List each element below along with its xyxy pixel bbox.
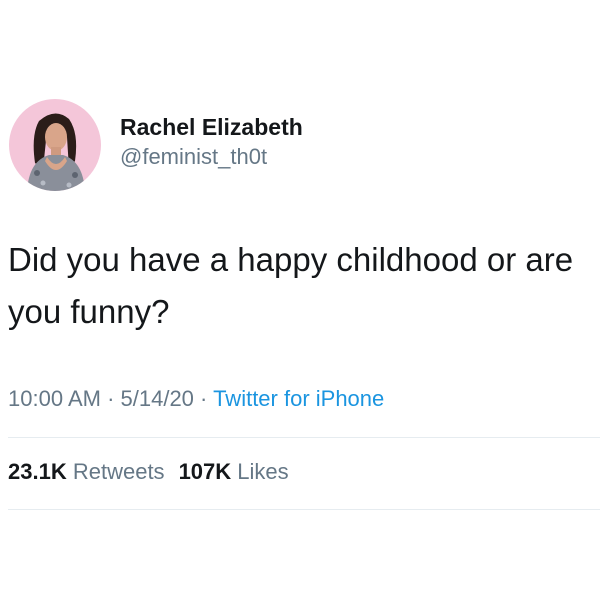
divider [8,437,600,438]
tweet-date[interactable]: 5/14/20 [121,386,194,411]
tweet-stats: 23.1K Retweets 107K Likes [8,458,289,486]
avatar[interactable] [9,99,101,191]
retweets-stat[interactable]: 23.1K Retweets [8,459,165,484]
tweet-card: Rachel Elizabeth @feminist_th0t Did you … [0,0,600,600]
author-handle[interactable]: @feminist_th0t [120,143,303,171]
retweets-label: Retweets [72,459,165,484]
tweet-text: Did you have a happy childhood or are yo… [8,241,574,330]
likes-count: 107K [178,459,232,484]
tweet-client-link[interactable]: Twitter for iPhone [213,386,384,411]
tweet-header: Rachel Elizabeth @feminist_th0t [9,99,303,191]
author-display-name[interactable]: Rachel Elizabeth [120,113,303,141]
meta-separator: · [100,386,121,411]
avatar-portrait-icon [9,99,101,191]
likes-stat[interactable]: 107K Likes [179,459,289,484]
tweet-meta: 10:00 AM · 5/14/20 · Twitter for iPhone [8,385,384,413]
likes-label: Likes [237,459,289,484]
divider [8,509,600,510]
retweets-count: 23.1K [8,459,67,484]
author-names: Rachel Elizabeth @feminist_th0t [120,113,303,171]
tweet-time[interactable]: 10:00 AM [8,386,101,411]
meta-separator: · [193,386,214,411]
